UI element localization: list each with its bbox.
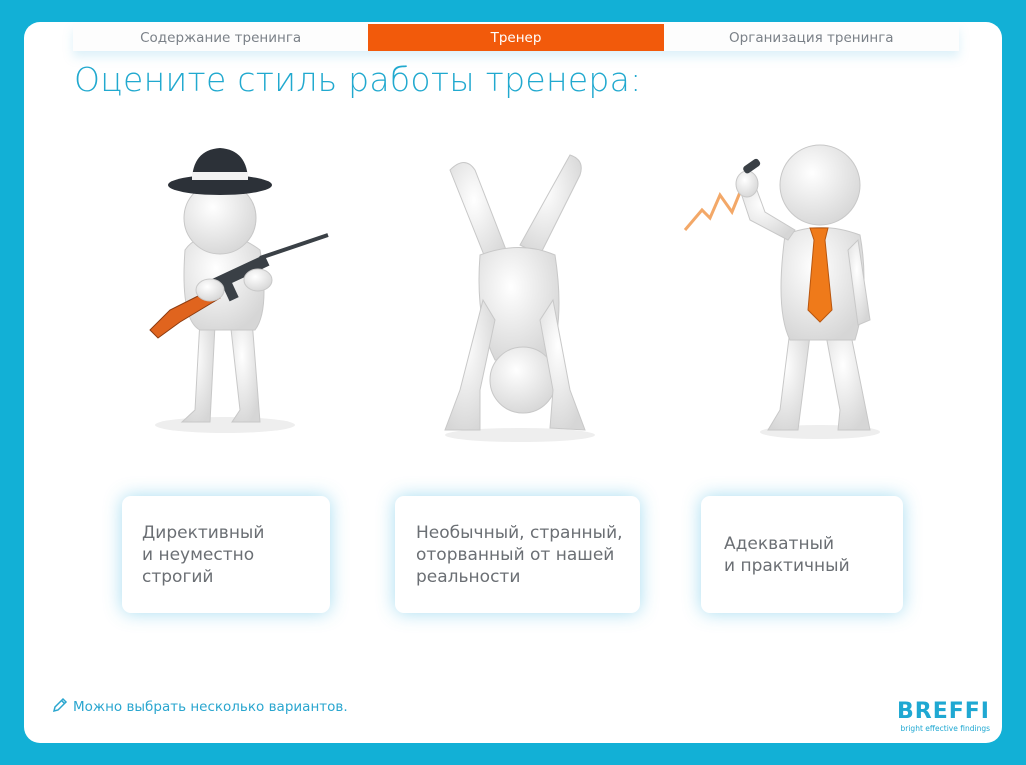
logo-tagline: bright effective findings <box>900 724 991 733</box>
progress-steps: Содержание тренинга Тренер Организация т… <box>73 24 959 51</box>
businessman-figure-with-tie <box>683 144 880 439</box>
option-adequate-label: Адекватный и практичный <box>724 533 850 576</box>
pencil-icon <box>52 697 68 713</box>
breffi-logo: BREFFI bright effective findings <box>897 699 991 734</box>
option-directive[interactable]: Директивный и неуместно строгий <box>122 496 330 613</box>
step-trainer[interactable]: Тренер <box>368 24 673 51</box>
step-training-organization[interactable]: Организация тренинга <box>663 24 959 51</box>
logo-brand: BREFFI <box>897 699 990 724</box>
handstand-figure <box>444 154 595 442</box>
step-training-content[interactable]: Содержание тренинга <box>73 24 369 51</box>
hint: Можно выбрать несколько вариантов. <box>52 697 348 715</box>
gangster-figure-with-gun <box>149 148 329 433</box>
option-directive-label: Директивный и неуместно строгий <box>142 522 265 587</box>
option-unusual-label: Необычный, странный, оторванный от нашей… <box>416 522 623 587</box>
option-adequate[interactable]: Адекватный и практичный <box>701 496 903 613</box>
option-unusual[interactable]: Необычный, странный, оторванный от нашей… <box>395 496 640 613</box>
hint-text: Можно выбрать несколько вариантов. <box>73 699 348 715</box>
page-title: Оцените стиль работы тренера: <box>74 60 642 99</box>
